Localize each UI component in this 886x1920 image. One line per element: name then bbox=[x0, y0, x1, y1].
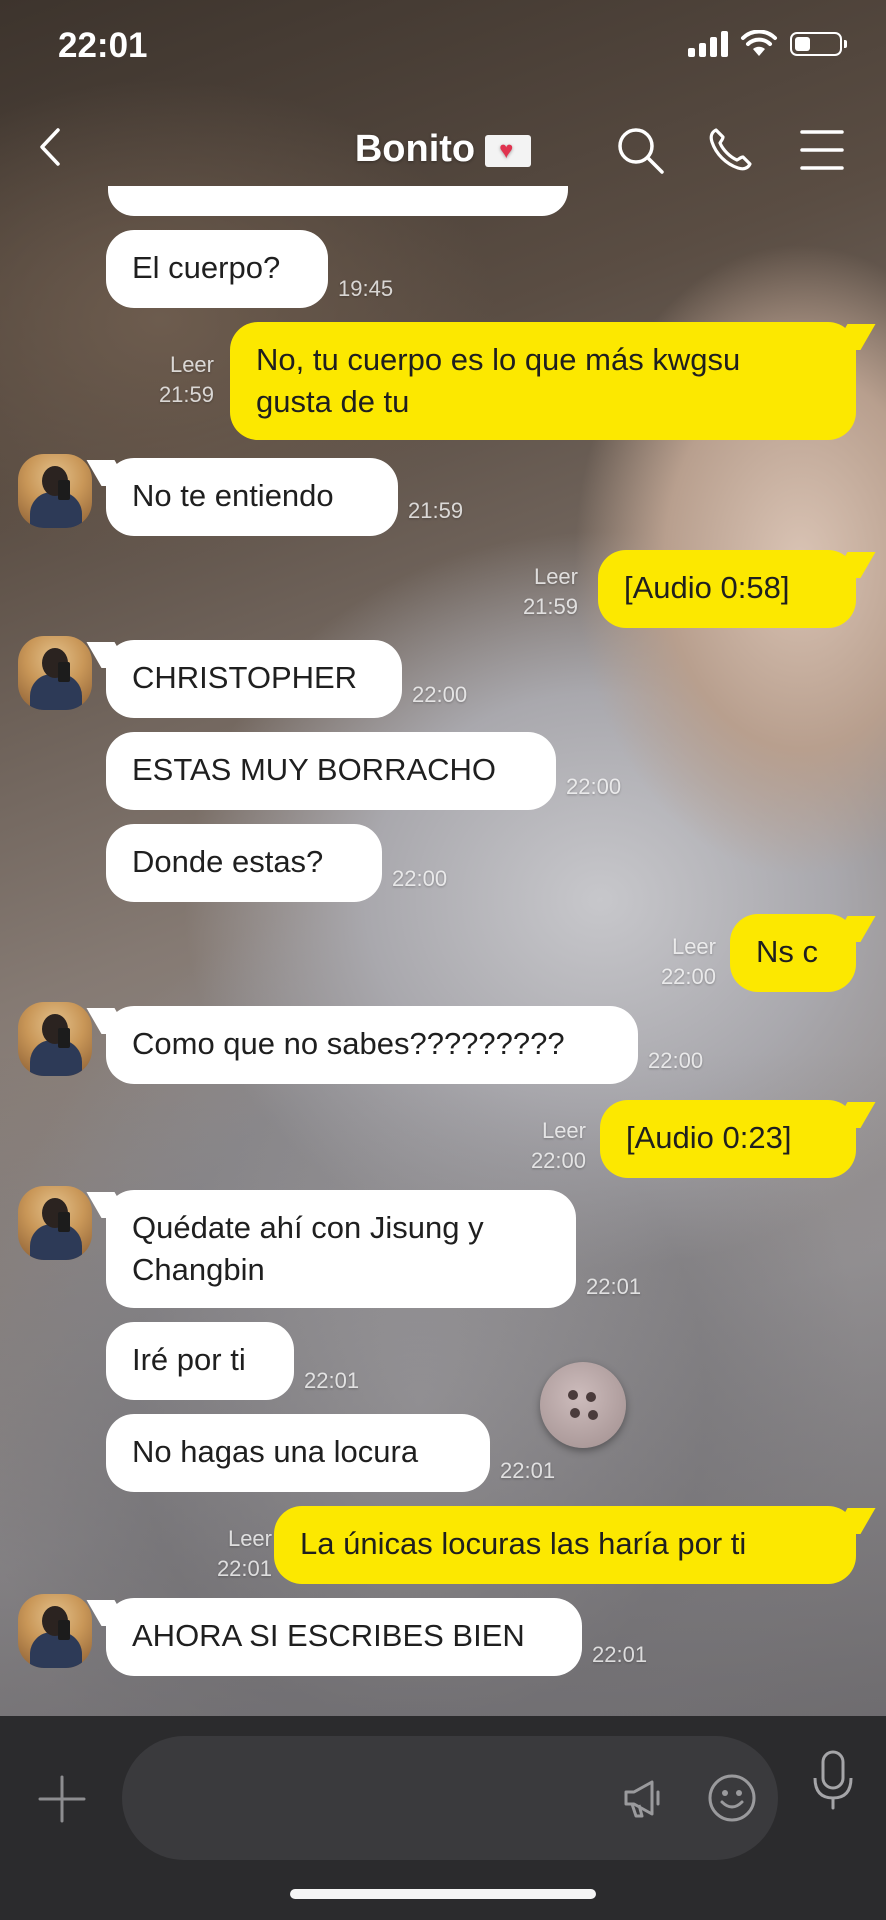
message-time: 22:01 bbox=[216, 1556, 272, 1581]
chat-title-text: Bonito bbox=[354, 128, 476, 170]
message-text: No hagas una locura bbox=[132, 1434, 419, 1469]
message-time: 22:00 bbox=[648, 1048, 704, 1073]
contact-avatar[interactable] bbox=[18, 636, 92, 710]
incoming-message-bubble[interactable]: No hagas una locura bbox=[106, 1414, 490, 1492]
incoming-message-bubble[interactable]: AHORA SI ESCRIBES BIEN bbox=[106, 1598, 582, 1676]
message-time: 22:01 bbox=[500, 1458, 556, 1483]
status-bar: 22:01 bbox=[0, 0, 886, 100]
home-indicator[interactable] bbox=[290, 1889, 596, 1899]
read-receipt: Leer bbox=[169, 352, 214, 377]
contact-avatar[interactable] bbox=[18, 454, 92, 528]
emoji-icon[interactable] bbox=[706, 1772, 758, 1824]
incoming-message-bubble[interactable]: CHRISTOPHER bbox=[106, 640, 402, 718]
message-input[interactable] bbox=[152, 1736, 572, 1860]
message-text: No te entiendo bbox=[132, 478, 334, 513]
signal-icon bbox=[688, 31, 728, 57]
read-receipt: Leer bbox=[227, 1526, 272, 1551]
plus-icon[interactable] bbox=[36, 1773, 88, 1825]
message-time: 22:00 bbox=[566, 774, 622, 799]
message-text: CHRISTOPHER bbox=[132, 660, 358, 695]
contact-avatar[interactable] bbox=[18, 1186, 92, 1260]
message-time: 21:59 bbox=[158, 382, 214, 407]
read-receipt: Leer bbox=[533, 564, 578, 589]
message-text: ESTAS MUY BORRACHO bbox=[132, 752, 497, 787]
message-time: 22:00 bbox=[392, 866, 448, 891]
outgoing-message-bubble[interactable]: La únicas locuras las haría por ti bbox=[274, 1506, 856, 1584]
message-text: Ns c bbox=[756, 934, 818, 969]
love-letter-icon bbox=[485, 134, 532, 167]
incoming-message-bubble[interactable]: Donde estas? bbox=[106, 824, 382, 902]
incoming-message-bubble[interactable]: ESTAS MUY BORRACHO bbox=[106, 732, 556, 810]
microphone-icon[interactable] bbox=[808, 1748, 858, 1812]
menu-icon[interactable] bbox=[794, 122, 850, 178]
message-time: 21:59 bbox=[522, 594, 578, 619]
message-time: 19:45 bbox=[338, 276, 394, 301]
message-time: 22:01 bbox=[586, 1274, 642, 1299]
message-text: El cuerpo? bbox=[132, 250, 281, 285]
battery-icon bbox=[790, 32, 847, 56]
message-text: [Audio 0:23] bbox=[626, 1120, 792, 1155]
coat-button-detail bbox=[540, 1362, 626, 1448]
message-time: 22:01 bbox=[592, 1642, 648, 1667]
outgoing-message-bubble[interactable]: Ns c bbox=[730, 914, 856, 992]
incoming-message-bubble[interactable]: Como que no sabes????????? bbox=[106, 1006, 638, 1084]
outgoing-message-bubble[interactable]: [Audio 0:58] bbox=[598, 550, 856, 628]
message-text: AHORA SI ESCRIBES BIEN bbox=[132, 1618, 525, 1653]
outgoing-message-bubble[interactable]: [Audio 0:23] bbox=[600, 1100, 856, 1178]
status-time: 22:01 bbox=[58, 26, 148, 65]
message-time: 22:00 bbox=[660, 964, 716, 989]
wifi-icon bbox=[741, 30, 777, 56]
megaphone-icon[interactable] bbox=[618, 1774, 666, 1822]
message-field[interactable] bbox=[122, 1736, 778, 1860]
read-receipt: Leer bbox=[671, 934, 716, 959]
incoming-message-bubble[interactable]: Iré por ti bbox=[106, 1322, 294, 1400]
phone-icon[interactable] bbox=[702, 122, 758, 178]
contact-avatar[interactable] bbox=[18, 1002, 92, 1076]
incoming-message-bubble[interactable]: No te entiendo bbox=[106, 458, 398, 536]
message-time: 22:00 bbox=[412, 682, 468, 707]
message-bubble-cutoff bbox=[108, 186, 568, 216]
message-text: Como que no sabes????????? bbox=[132, 1026, 565, 1061]
message-time: 22:01 bbox=[304, 1368, 360, 1393]
incoming-message-bubble[interactable]: El cuerpo? bbox=[106, 230, 328, 308]
incoming-message-bubble[interactable]: Quédate ahí con Jisung y Changbin bbox=[106, 1190, 576, 1308]
read-receipt: Leer bbox=[541, 1118, 586, 1143]
search-icon[interactable] bbox=[612, 122, 668, 178]
message-time: 21:59 bbox=[408, 498, 464, 523]
message-text: La únicas locuras las haría por ti bbox=[300, 1526, 747, 1561]
message-text: No, tu cuerpo es lo que más kwgsu gusta … bbox=[256, 342, 741, 419]
message-text: Quédate ahí con Jisung y Changbin bbox=[132, 1210, 484, 1287]
message-time: 22:00 bbox=[530, 1148, 586, 1173]
message-text: Donde estas? bbox=[132, 844, 324, 879]
outgoing-message-bubble[interactable]: No, tu cuerpo es lo que más kwgsu gusta … bbox=[230, 322, 856, 440]
contact-avatar[interactable] bbox=[18, 1594, 92, 1668]
message-text: Iré por ti bbox=[132, 1342, 246, 1377]
chat-header: Bonito bbox=[0, 100, 886, 200]
message-text: [Audio 0:58] bbox=[624, 570, 790, 605]
